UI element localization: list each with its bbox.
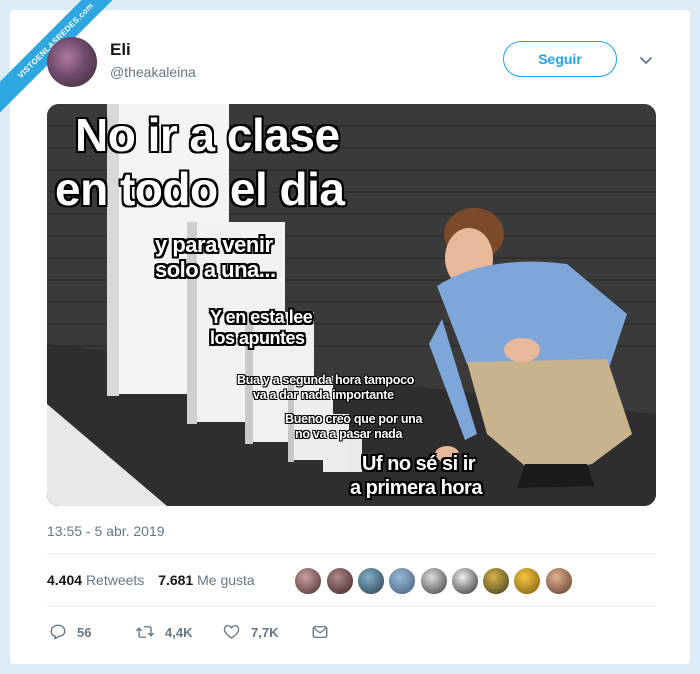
meme-image[interactable]: No ir a clase en todo el dia y para veni… — [47, 104, 656, 506]
reply-button[interactable]: 56 — [49, 622, 91, 642]
chevron-down-icon[interactable] — [636, 50, 656, 70]
meme-caption: a primera hora — [350, 477, 482, 499]
likes-count[interactable]: 7.681 — [158, 572, 193, 588]
tweet-timestamp[interactable]: 13:55 - 5 abr. 2019 — [47, 523, 165, 539]
follow-button[interactable]: Seguir — [503, 41, 617, 77]
meme-caption: y para venir — [155, 232, 273, 257]
liker-avatar[interactable] — [482, 567, 510, 595]
liker-avatar[interactable] — [294, 567, 322, 595]
liker-avatar[interactable] — [545, 567, 573, 595]
liker-avatar[interactable] — [420, 567, 448, 595]
meme-caption: Uf no sé si ir — [362, 453, 476, 475]
meme-caption: en todo el dia — [55, 163, 345, 215]
divider — [47, 606, 656, 607]
retweet-icon — [136, 626, 154, 638]
liker-avatar[interactable] — [388, 567, 416, 595]
meme-caption: Bua y a segunda hora tampoco — [237, 373, 415, 387]
avatar[interactable] — [47, 37, 97, 87]
message-icon — [312, 626, 328, 638]
engagement-stats: 4.404 Retweets 7.681 Me gusta — [47, 572, 255, 588]
meme-caption: solo a una... — [155, 257, 276, 282]
retweets-label[interactable]: Retweets — [86, 572, 144, 588]
like-button[interactable]: 7,7K — [222, 622, 278, 642]
like-count: 7,7K — [251, 624, 279, 640]
meme-caption: Y en esta lee — [210, 307, 313, 327]
retweet-button[interactable]: 4,4K — [135, 622, 192, 642]
like-icon — [223, 624, 240, 639]
retweet-count: 4,4K — [165, 624, 193, 640]
divider — [47, 553, 656, 554]
meme-caption: los apuntes — [210, 328, 305, 348]
meme-caption: Bueno creo que por una — [285, 412, 423, 426]
liker-avatar[interactable] — [357, 567, 385, 595]
user-handle[interactable]: @theakaleina — [110, 64, 196, 80]
meme-caption: no va a pasar nada — [295, 427, 403, 441]
liker-avatar[interactable] — [451, 567, 479, 595]
likes-label[interactable]: Me gusta — [197, 572, 255, 588]
meme-caption: No ir a clase — [75, 109, 340, 161]
liker-avatar[interactable] — [326, 567, 354, 595]
user-name[interactable]: Eli — [110, 40, 131, 60]
meme-caption: va a dar nada importante — [253, 388, 394, 402]
reply-icon — [50, 624, 66, 640]
reply-count: 56 — [77, 624, 92, 640]
liker-avatar[interactable] — [513, 567, 541, 595]
retweets-count[interactable]: 4.404 — [47, 572, 82, 588]
message-button[interactable] — [311, 622, 339, 642]
